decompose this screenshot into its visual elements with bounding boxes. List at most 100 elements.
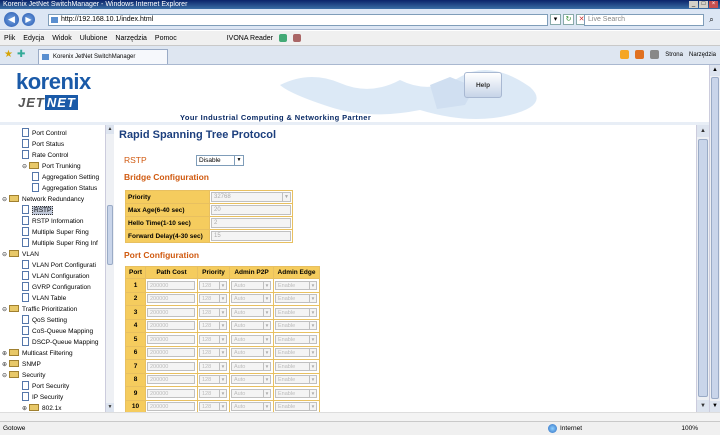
priority-select[interactable]: 128 ▼ [199, 334, 227, 344]
path-cost-input[interactable]: 200000 [147, 375, 195, 385]
nav-item[interactable]: Port Status [22, 139, 64, 150]
nav-item[interactable]: CoS-Queue Mapping [22, 326, 93, 337]
admin-p2p-select[interactable]: Auto ▼ [231, 348, 271, 358]
expand-icon[interactable]: ⊕ [2, 349, 8, 359]
admin-edge-select[interactable]: Enable ▼ [275, 307, 317, 317]
priority-select[interactable]: 128 ▼ [199, 388, 227, 398]
priority-select[interactable]: 128 ▼ [199, 375, 227, 385]
nav-item[interactable]: VLAN Table [22, 293, 66, 304]
nav-item[interactable]: ⊕ 802.1x [22, 403, 62, 412]
close-icon[interactable]: × [709, 1, 718, 8]
admin-edge-select[interactable]: Enable ▼ [275, 294, 317, 304]
admin-edge-select[interactable]: Enable ▼ [275, 402, 317, 412]
tools-menu[interactable]: Narzędzia [689, 52, 716, 58]
admin-edge-select[interactable]: Enable ▼ [275, 388, 317, 398]
priority-select[interactable]: 128 ▼ [199, 280, 227, 290]
menu-favorites[interactable]: Ulubione [80, 35, 108, 42]
admin-p2p-select[interactable]: Auto ▼ [231, 280, 271, 290]
collapse-icon[interactable]: ⊖ [22, 162, 28, 172]
nav-item[interactable]: ⊖ Port Trunking [22, 161, 81, 172]
priority-select[interactable]: 32768 ▼ [211, 192, 291, 202]
nav-item[interactable]: Port Security [22, 381, 69, 392]
priority-select[interactable]: 128 ▼ [199, 361, 227, 371]
expand-icon[interactable]: ⊕ [2, 360, 8, 370]
scroll-thumb[interactable] [698, 139, 708, 397]
path-cost-input[interactable]: 200000 [147, 307, 195, 317]
admin-p2p-select[interactable]: Auto ▼ [231, 307, 271, 317]
page-menu[interactable]: Strona [665, 52, 683, 58]
admin-p2p-select[interactable]: Auto ▼ [231, 334, 271, 344]
ivona-settings-icon[interactable] [293, 34, 302, 42]
dropdown-arrow-icon[interactable]: ▾ [550, 14, 561, 25]
nav-item[interactable]: QoS Setting [22, 315, 67, 326]
scroll-down-icon[interactable]: ▼ [106, 403, 114, 412]
address-input[interactable]: http://192.168.10.1/index.html [48, 14, 548, 26]
nav-item[interactable]: Rate Control [22, 150, 69, 161]
page-scrollbar[interactable]: ▲ ▼ [709, 65, 720, 412]
admin-edge-select[interactable]: Enable ▼ [275, 321, 317, 331]
scroll-thumb[interactable] [107, 205, 113, 265]
content-scrollbar[interactable]: ▲ ▼ [696, 125, 709, 412]
path-cost-input[interactable]: 200000 [147, 280, 195, 290]
home-icon[interactable] [620, 50, 630, 59]
bridge-param-input[interactable]: 20 [211, 205, 291, 215]
priority-select[interactable]: 128 ▼ [199, 307, 227, 317]
priority-select[interactable]: 128 ▼ [199, 294, 227, 304]
menu-view[interactable]: Widok [52, 35, 71, 42]
add-favorite-icon[interactable]: ✚ [17, 50, 25, 60]
collapse-icon[interactable]: ⊖ [2, 305, 8, 315]
zoom-level[interactable]: 100% [681, 422, 698, 435]
admin-p2p-select[interactable]: Auto ▼ [231, 388, 271, 398]
nav-item[interactable]: ⊖ Traffic Prioritization [2, 304, 77, 315]
nav-item[interactable]: Multiple Super Ring [22, 227, 89, 238]
admin-edge-select[interactable]: Enable ▼ [275, 280, 317, 290]
forward-button[interactable]: ▶ [22, 13, 35, 26]
bridge-param-input[interactable]: 15 [211, 231, 291, 241]
bridge-param-input[interactable]: 2 [211, 218, 291, 228]
ivona-reader[interactable]: IVONA Reader [227, 34, 302, 42]
nav-item[interactable]: Aggregation Setting [32, 172, 99, 183]
nav-item[interactable]: ⊖ Network Redundancy [2, 194, 84, 205]
nav-item[interactable]: DSCP-Queue Mapping [22, 337, 98, 348]
path-cost-input[interactable]: 200000 [147, 402, 195, 412]
nav-item[interactable]: ⊖ Security [2, 370, 45, 381]
menu-tools[interactable]: Narzędzia [115, 35, 147, 42]
nav-item[interactable]: ⊖ VLAN [2, 249, 39, 260]
scroll-up-icon[interactable]: ▲ [106, 125, 114, 134]
menu-edit[interactable]: Edycja [23, 35, 44, 42]
path-cost-input[interactable]: 200000 [147, 334, 195, 344]
admin-p2p-select[interactable]: Auto ▼ [231, 321, 271, 331]
path-cost-input[interactable]: 200000 [147, 348, 195, 358]
expand-icon[interactable]: ⊕ [22, 404, 28, 412]
minimize-icon[interactable]: _ [689, 1, 698, 8]
collapse-icon[interactable]: ⊖ [2, 371, 8, 381]
scroll-down-icon[interactable]: ▼ [710, 401, 720, 412]
admin-edge-select[interactable]: Enable ▼ [275, 361, 317, 371]
scroll-down-icon[interactable]: ▼ [697, 400, 709, 412]
admin-p2p-select[interactable]: Auto ▼ [231, 294, 271, 304]
scroll-up-icon[interactable]: ▲ [697, 125, 709, 137]
refresh-icon[interactable]: ↻ [563, 14, 574, 25]
ivona-icon[interactable] [279, 34, 288, 42]
priority-select[interactable]: 128 ▼ [199, 402, 227, 412]
menu-help[interactable]: Pomoc [155, 35, 177, 42]
admin-edge-select[interactable]: Enable ▼ [275, 334, 317, 344]
back-button[interactable]: ◀ [4, 12, 19, 27]
nav-item[interactable]: ⊕ SNMP [2, 359, 41, 370]
nav-item[interactable]: Aggregation Status [32, 183, 97, 194]
path-cost-input[interactable]: 200000 [147, 388, 195, 398]
print-icon[interactable] [650, 50, 660, 59]
nav-item[interactable]: GVRP Configuration [22, 282, 91, 293]
scroll-thumb[interactable] [711, 77, 719, 399]
nav-item[interactable]: RSTP [22, 205, 54, 216]
scroll-up-icon[interactable]: ▲ [710, 65, 720, 76]
search-icon[interactable]: ⌕ [706, 14, 717, 26]
search-input[interactable]: Live Search [584, 14, 704, 26]
nav-item[interactable]: VLAN Configuration [22, 271, 89, 282]
nav-scrollbar[interactable]: ▲ ▼ [105, 125, 114, 412]
favorites-star-icon[interactable]: ★ [4, 50, 13, 60]
collapse-icon[interactable]: ⊖ [2, 250, 8, 260]
admin-edge-select[interactable]: Enable ▼ [275, 348, 317, 358]
admin-p2p-select[interactable]: Auto ▼ [231, 375, 271, 385]
maximize-icon[interactable]: □ [699, 1, 708, 8]
